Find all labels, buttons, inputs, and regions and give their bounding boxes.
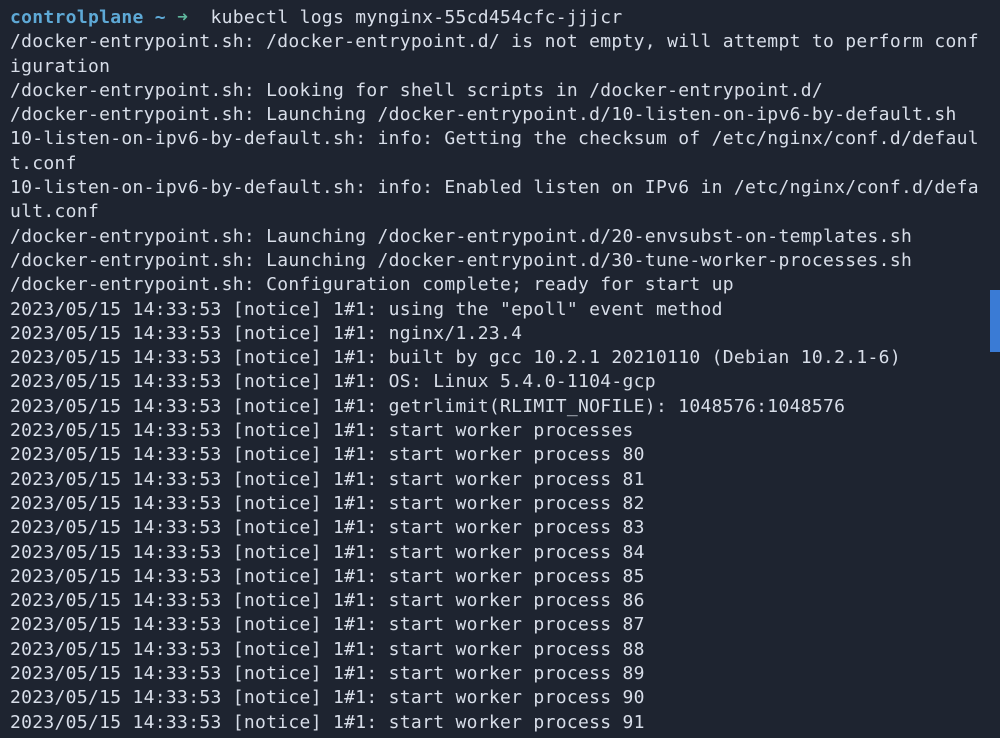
prompt-spacer [188, 7, 210, 28]
output-line: 2023/05/15 14:33:53 [notice] 1#1: OS: Li… [10, 370, 990, 394]
scrollbar-thumb[interactable] [990, 290, 1000, 352]
output-line: /docker-entrypoint.sh: Launching /docker… [10, 225, 990, 249]
prompt-host: controlplane [10, 7, 144, 28]
output-line: 10-listen-on-ipv6-by-default.sh: info: G… [10, 127, 990, 176]
prompt-arrow-icon: ➜ [177, 7, 188, 28]
output-line: 2023/05/15 14:33:53 [notice] 1#1: start … [10, 419, 990, 443]
output-line: 2023/05/15 14:33:53 [notice] 1#1: built … [10, 346, 990, 370]
output-line: 2023/05/15 14:33:53 [notice] 1#1: start … [10, 541, 990, 565]
output-line: 2023/05/15 14:33:53 [notice] 1#1: start … [10, 589, 990, 613]
output-line: /docker-entrypoint.sh: /docker-entrypoin… [10, 30, 990, 79]
prompt-tilde: ~ [144, 7, 177, 28]
prompt-line: controlplane ~ ➜ kubectl logs mynginx-55… [10, 6, 990, 30]
output-line: 2023/05/15 14:33:53 [notice] 1#1: using … [10, 298, 990, 322]
output-line: 2023/05/15 14:33:53 [notice] 1#1: start … [10, 662, 990, 686]
output-line: 2023/05/15 14:33:53 [notice] 1#1: start … [10, 516, 990, 540]
output-line: 2023/05/15 14:33:53 [notice] 1#1: start … [10, 468, 990, 492]
output-line: 2023/05/15 14:33:53 [notice] 1#1: start … [10, 443, 990, 467]
output-line: 2023/05/15 14:33:53 [notice] 1#1: nginx/… [10, 322, 990, 346]
output-line: /docker-entrypoint.sh: Launching /docker… [10, 103, 990, 127]
output-line: 2023/05/15 14:33:53 [notice] 1#1: getrli… [10, 395, 990, 419]
output-line: 10-listen-on-ipv6-by-default.sh: info: E… [10, 176, 990, 225]
terminal-output: /docker-entrypoint.sh: /docker-entrypoin… [10, 30, 990, 735]
prompt-command: kubectl logs mynginx-55cd454cfc-jjjcr [211, 7, 623, 28]
output-line: 2023/05/15 14:33:53 [notice] 1#1: start … [10, 638, 990, 662]
output-line: 2023/05/15 14:33:53 [notice] 1#1: start … [10, 613, 990, 637]
output-line: /docker-entrypoint.sh: Looking for shell… [10, 79, 990, 103]
terminal[interactable]: controlplane ~ ➜ kubectl logs mynginx-55… [10, 6, 990, 732]
output-line: /docker-entrypoint.sh: Configuration com… [10, 273, 990, 297]
output-line: 2023/05/15 14:33:53 [notice] 1#1: start … [10, 711, 990, 735]
output-line: 2023/05/15 14:33:53 [notice] 1#1: start … [10, 686, 990, 710]
output-line: /docker-entrypoint.sh: Launching /docker… [10, 249, 990, 273]
output-line: 2023/05/15 14:33:53 [notice] 1#1: start … [10, 492, 990, 516]
output-line: 2023/05/15 14:33:53 [notice] 1#1: start … [10, 565, 990, 589]
